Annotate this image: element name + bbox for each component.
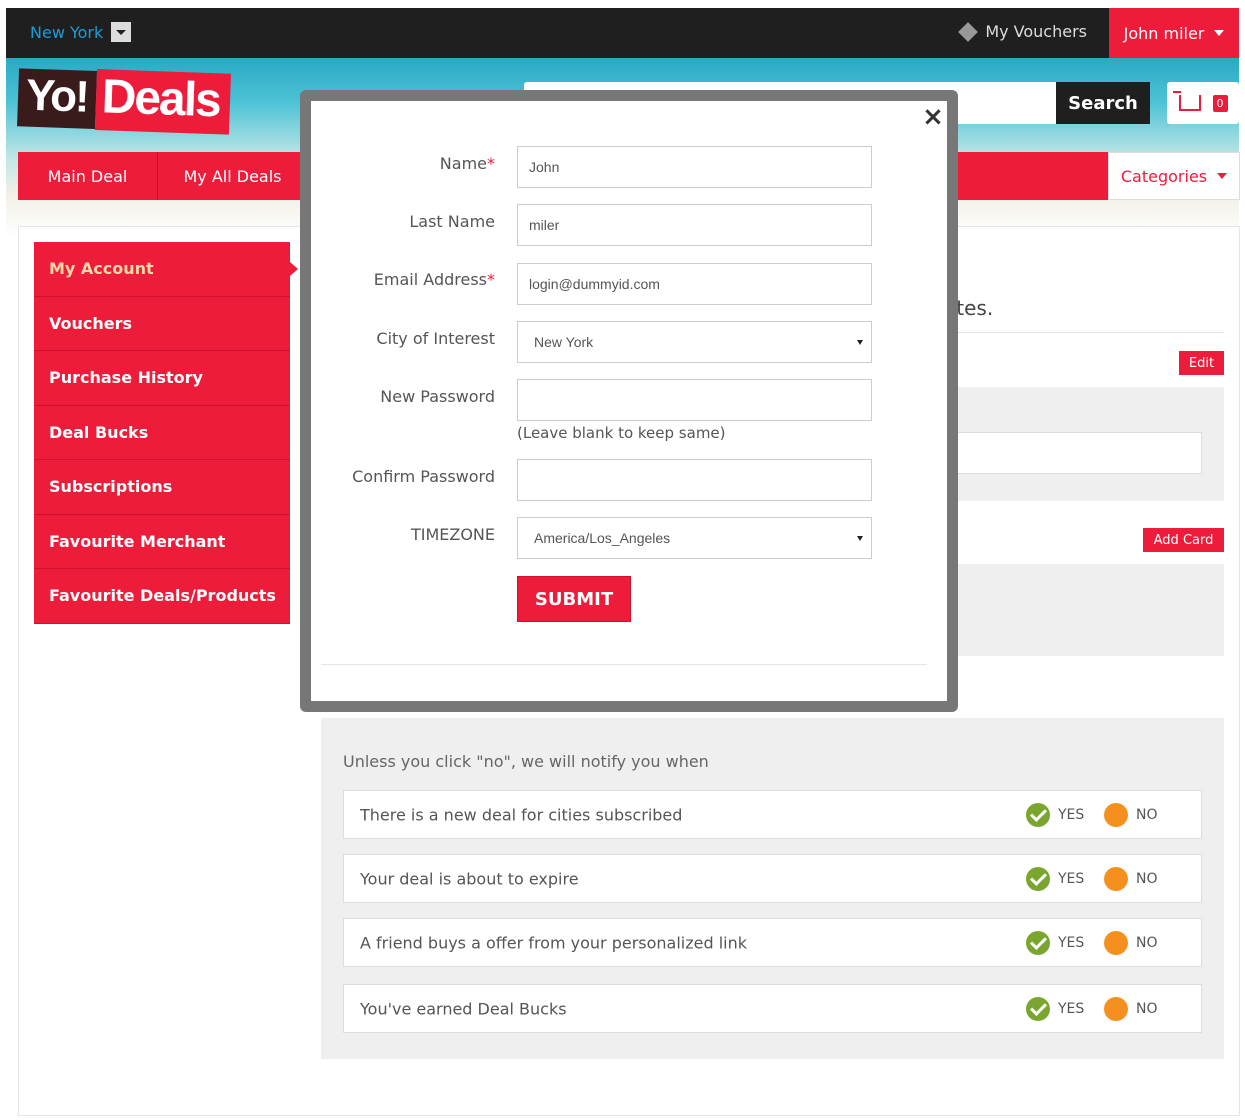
email-label: Email Address* bbox=[374, 270, 495, 289]
name-field[interactable]: John bbox=[517, 146, 872, 188]
notification-row: You've earned Deal Bucks YES NO bbox=[343, 984, 1202, 1033]
my-vouchers-label: My Vouchers bbox=[985, 22, 1087, 41]
timezone-select[interactable]: America/Los_Angeles bbox=[517, 517, 872, 559]
search-button[interactable]: Search bbox=[1056, 82, 1150, 124]
no-option[interactable]: NO bbox=[1104, 866, 1158, 891]
cart-icon bbox=[1172, 91, 1201, 111]
no-option[interactable]: NO bbox=[1104, 996, 1158, 1021]
yes-option[interactable]: YES bbox=[1026, 866, 1085, 891]
no-label: NO bbox=[1136, 934, 1158, 951]
required-marker: * bbox=[487, 154, 495, 173]
city-of-interest-label: City of Interest bbox=[376, 329, 495, 348]
last-name-field[interactable]: miler bbox=[517, 204, 872, 246]
caret-down-icon bbox=[1217, 173, 1228, 179]
site-logo[interactable]: Yo! Deals bbox=[17, 66, 231, 135]
logo-deals: Deals bbox=[94, 69, 231, 135]
top-bar: New York My Vouchers John miler bbox=[6, 8, 1239, 58]
sidebar-item-favourite-deals[interactable]: Favourite Deals/Products bbox=[34, 569, 290, 624]
no-label: NO bbox=[1136, 806, 1158, 823]
radio-dot-icon bbox=[1104, 930, 1128, 955]
cart-button[interactable]: 0 bbox=[1167, 82, 1239, 124]
yes-label: YES bbox=[1058, 1000, 1085, 1017]
divider bbox=[944, 332, 1224, 333]
categories-label: Categories bbox=[1120, 166, 1208, 186]
last-name-label: Last Name bbox=[409, 212, 495, 231]
sidebar-item-deal-bucks[interactable]: Deal Bucks bbox=[34, 405, 290, 460]
yes-option[interactable]: YES bbox=[1026, 996, 1085, 1021]
notification-label: There is a new deal for cities subscribe… bbox=[360, 805, 683, 824]
city-selector-label: New York bbox=[30, 22, 104, 42]
yes-option[interactable]: YES bbox=[1026, 802, 1085, 827]
cart-count-badge: 0 bbox=[1212, 94, 1228, 112]
notification-heading: Unless you click "no", we will notify yo… bbox=[343, 752, 709, 771]
city-selector[interactable]: New York bbox=[30, 22, 132, 42]
profile-field[interactable] bbox=[944, 432, 1202, 474]
timezone-value: America/Los_Angeles bbox=[534, 530, 671, 546]
sidebar-item-my-account[interactable]: My Account bbox=[34, 242, 298, 297]
notification-row: Your deal is about to expire YES NO bbox=[343, 854, 1202, 903]
dropdown-arrow-icon bbox=[857, 536, 863, 541]
no-option[interactable]: NO bbox=[1104, 802, 1158, 827]
sidebar-item-vouchers[interactable]: Vouchers bbox=[34, 296, 290, 351]
nav-my-all-deals[interactable]: My All Deals bbox=[158, 152, 308, 200]
check-icon bbox=[1026, 996, 1050, 1021]
no-label: NO bbox=[1136, 1000, 1158, 1017]
submit-button[interactable]: SUBMIT bbox=[517, 576, 631, 622]
logo-yo: Yo! bbox=[17, 67, 97, 129]
chevron-down-icon[interactable] bbox=[111, 22, 132, 42]
notification-label: A friend buys a offer from your personal… bbox=[360, 933, 748, 952]
modal-divider bbox=[321, 664, 927, 665]
tag-icon bbox=[958, 21, 979, 42]
email-label-text: Email Address bbox=[373, 270, 487, 289]
yes-label: YES bbox=[1058, 934, 1085, 951]
no-option[interactable]: NO bbox=[1104, 930, 1158, 955]
city-of-interest-value: New York bbox=[534, 334, 594, 350]
notification-label: You've earned Deal Bucks bbox=[360, 999, 567, 1018]
yes-option[interactable]: YES bbox=[1026, 930, 1085, 955]
dropdown-arrow-icon bbox=[857, 340, 863, 345]
email-field[interactable]: login@dummyid.com bbox=[517, 263, 872, 305]
account-sidebar: My Account Vouchers Purchase History Dea… bbox=[34, 242, 298, 624]
radio-dot-icon bbox=[1104, 996, 1128, 1021]
radio-dot-icon bbox=[1104, 802, 1128, 827]
confirm-password-field[interactable] bbox=[517, 459, 872, 501]
name-label-text: Name bbox=[439, 154, 487, 173]
new-password-hint: (Leave blank to keep same) bbox=[517, 424, 726, 442]
new-password-label: New Password bbox=[380, 387, 495, 406]
new-password-field[interactable] bbox=[517, 379, 872, 421]
user-menu-button[interactable]: John miler bbox=[1109, 8, 1239, 58]
required-marker: * bbox=[487, 270, 495, 289]
categories-dropdown[interactable]: Categories bbox=[1108, 152, 1240, 200]
radio-dot-icon bbox=[1104, 866, 1128, 891]
sidebar-item-subscriptions[interactable]: Subscriptions bbox=[34, 460, 290, 515]
nav-main-deal[interactable]: Main Deal bbox=[18, 152, 158, 200]
check-icon bbox=[1026, 930, 1050, 955]
sidebar-item-favourite-merchant[interactable]: Favourite Merchant bbox=[34, 514, 290, 569]
name-label: Name* bbox=[440, 154, 495, 173]
edit-button[interactable]: Edit bbox=[1179, 351, 1224, 375]
no-label: NO bbox=[1136, 870, 1158, 887]
cards-section bbox=[944, 564, 1224, 656]
notification-row: There is a new deal for cities subscribe… bbox=[343, 790, 1202, 839]
check-icon bbox=[1026, 866, 1050, 891]
my-vouchers-link[interactable]: My Vouchers bbox=[958, 21, 1087, 42]
sidebar-item-purchase-history[interactable]: Purchase History bbox=[34, 351, 290, 406]
close-icon[interactable]: × bbox=[921, 102, 945, 132]
caret-down-icon bbox=[1214, 30, 1225, 36]
add-card-button[interactable]: Add Card bbox=[1143, 528, 1224, 552]
check-icon bbox=[1026, 802, 1050, 827]
user-name: John miler bbox=[1123, 23, 1205, 43]
yes-label: YES bbox=[1058, 806, 1085, 823]
confirm-password-label: Confirm Password bbox=[352, 467, 495, 486]
city-of-interest-select[interactable]: New York bbox=[517, 321, 872, 363]
timezone-label: TIMEZONE bbox=[410, 525, 495, 544]
notification-label: Your deal is about to expire bbox=[360, 869, 579, 888]
notification-row: A friend buys a offer from your personal… bbox=[343, 918, 1202, 967]
yes-label: YES bbox=[1058, 870, 1085, 887]
